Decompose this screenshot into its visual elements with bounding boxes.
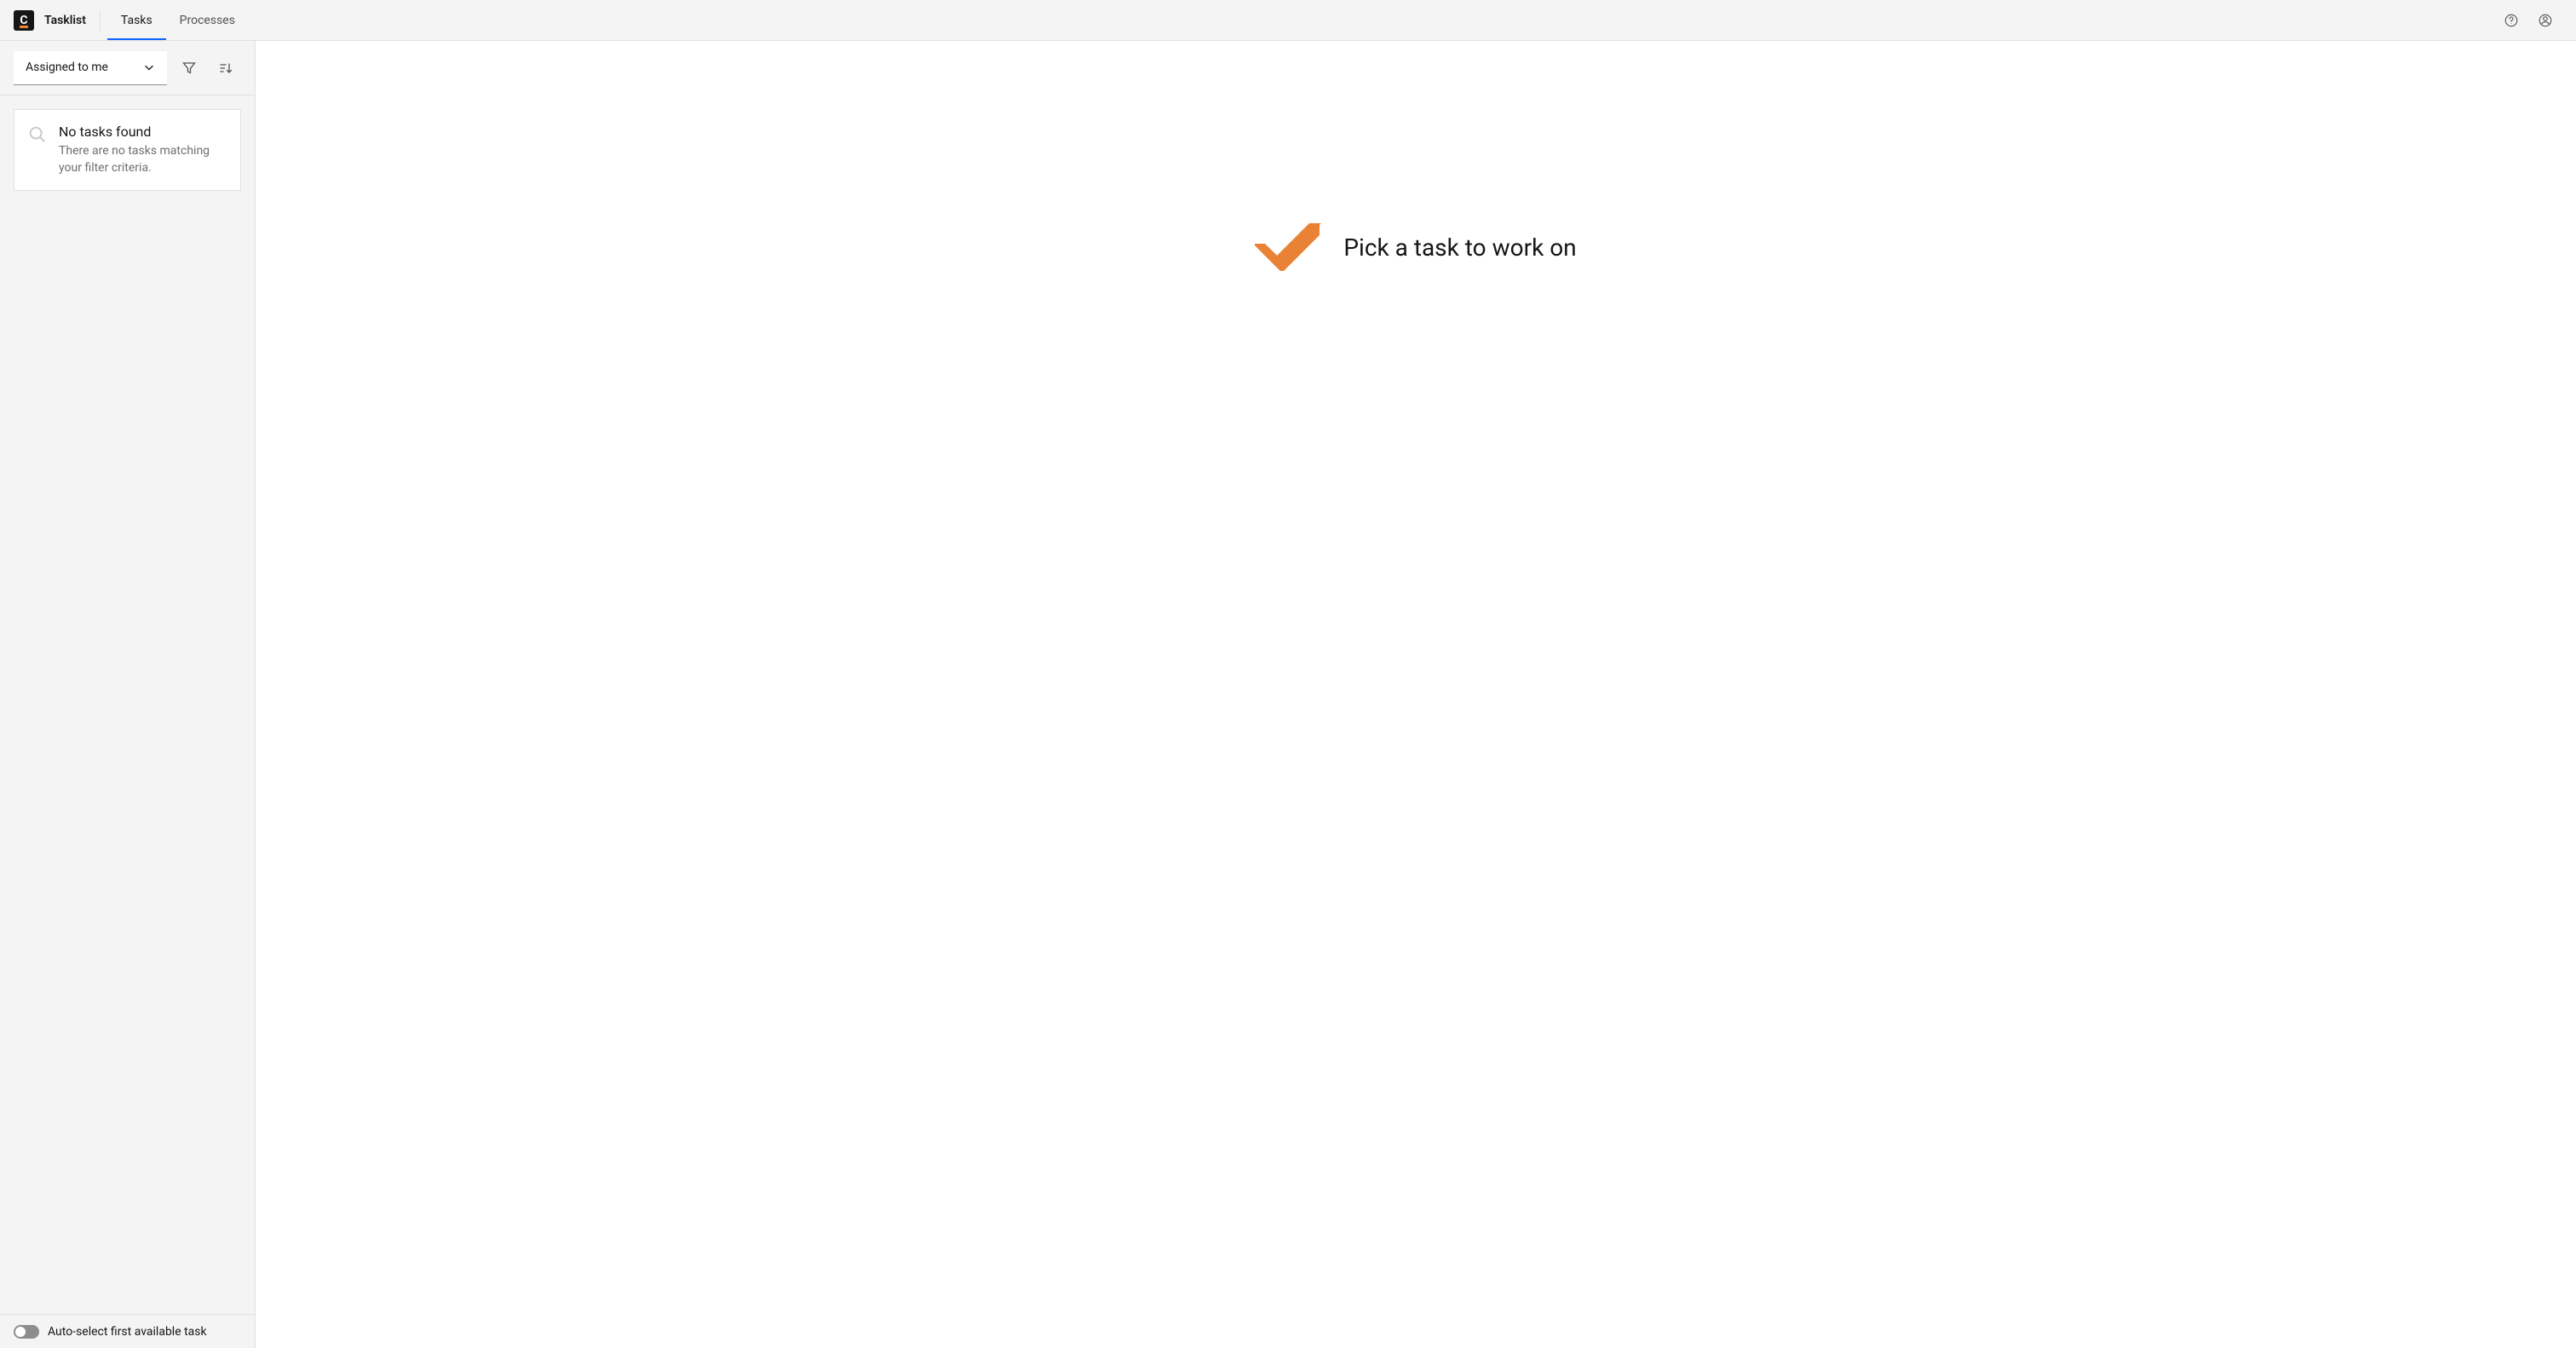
empty-state: Pick a task to work on xyxy=(1255,220,1576,274)
nav-label: Processes xyxy=(180,14,235,27)
sort-icon xyxy=(219,61,233,75)
user-icon xyxy=(2538,13,2553,28)
filter-dropdown-label: Assigned to me xyxy=(26,60,108,74)
checkmark-icon xyxy=(1255,220,1323,274)
task-list: No tasks found There are no tasks matchi… xyxy=(0,95,255,1314)
help-icon xyxy=(2504,13,2519,28)
app-header: C Tasklist Tasks Processes xyxy=(0,0,2576,41)
task-sidebar: Assigned to me xyxy=(0,41,256,1348)
nav-processes[interactable]: Processes xyxy=(166,0,249,40)
nav-tasks[interactable]: Tasks xyxy=(107,0,166,40)
user-menu-button[interactable] xyxy=(2528,3,2562,37)
no-tasks-card: No tasks found There are no tasks matchi… xyxy=(14,109,241,191)
nav-label: Tasks xyxy=(121,14,152,27)
chevron-down-icon xyxy=(143,61,155,73)
auto-select-label: Auto-select first available task xyxy=(48,1325,207,1339)
no-tasks-title: No tasks found xyxy=(59,124,227,140)
empty-state-text: Pick a task to work on xyxy=(1343,233,1576,262)
main-nav: Tasks Processes xyxy=(107,0,249,40)
app-name: Tasklist xyxy=(44,14,86,27)
filter-icon xyxy=(182,61,196,75)
sidebar-footer: Auto-select first available task xyxy=(0,1314,255,1348)
no-tasks-description: There are no tasks matching your filter … xyxy=(59,143,227,176)
app-logo: C xyxy=(14,10,34,31)
auto-select-toggle[interactable] xyxy=(14,1325,39,1339)
filter-dropdown[interactable]: Assigned to me xyxy=(14,51,167,85)
filter-button[interactable] xyxy=(174,51,204,85)
search-icon xyxy=(28,125,47,147)
main-panel: Pick a task to work on xyxy=(256,41,2576,1348)
sort-button[interactable] xyxy=(211,51,242,85)
divider xyxy=(100,10,101,31)
sidebar-toolbar: Assigned to me xyxy=(0,41,255,95)
help-button[interactable] xyxy=(2494,3,2528,37)
